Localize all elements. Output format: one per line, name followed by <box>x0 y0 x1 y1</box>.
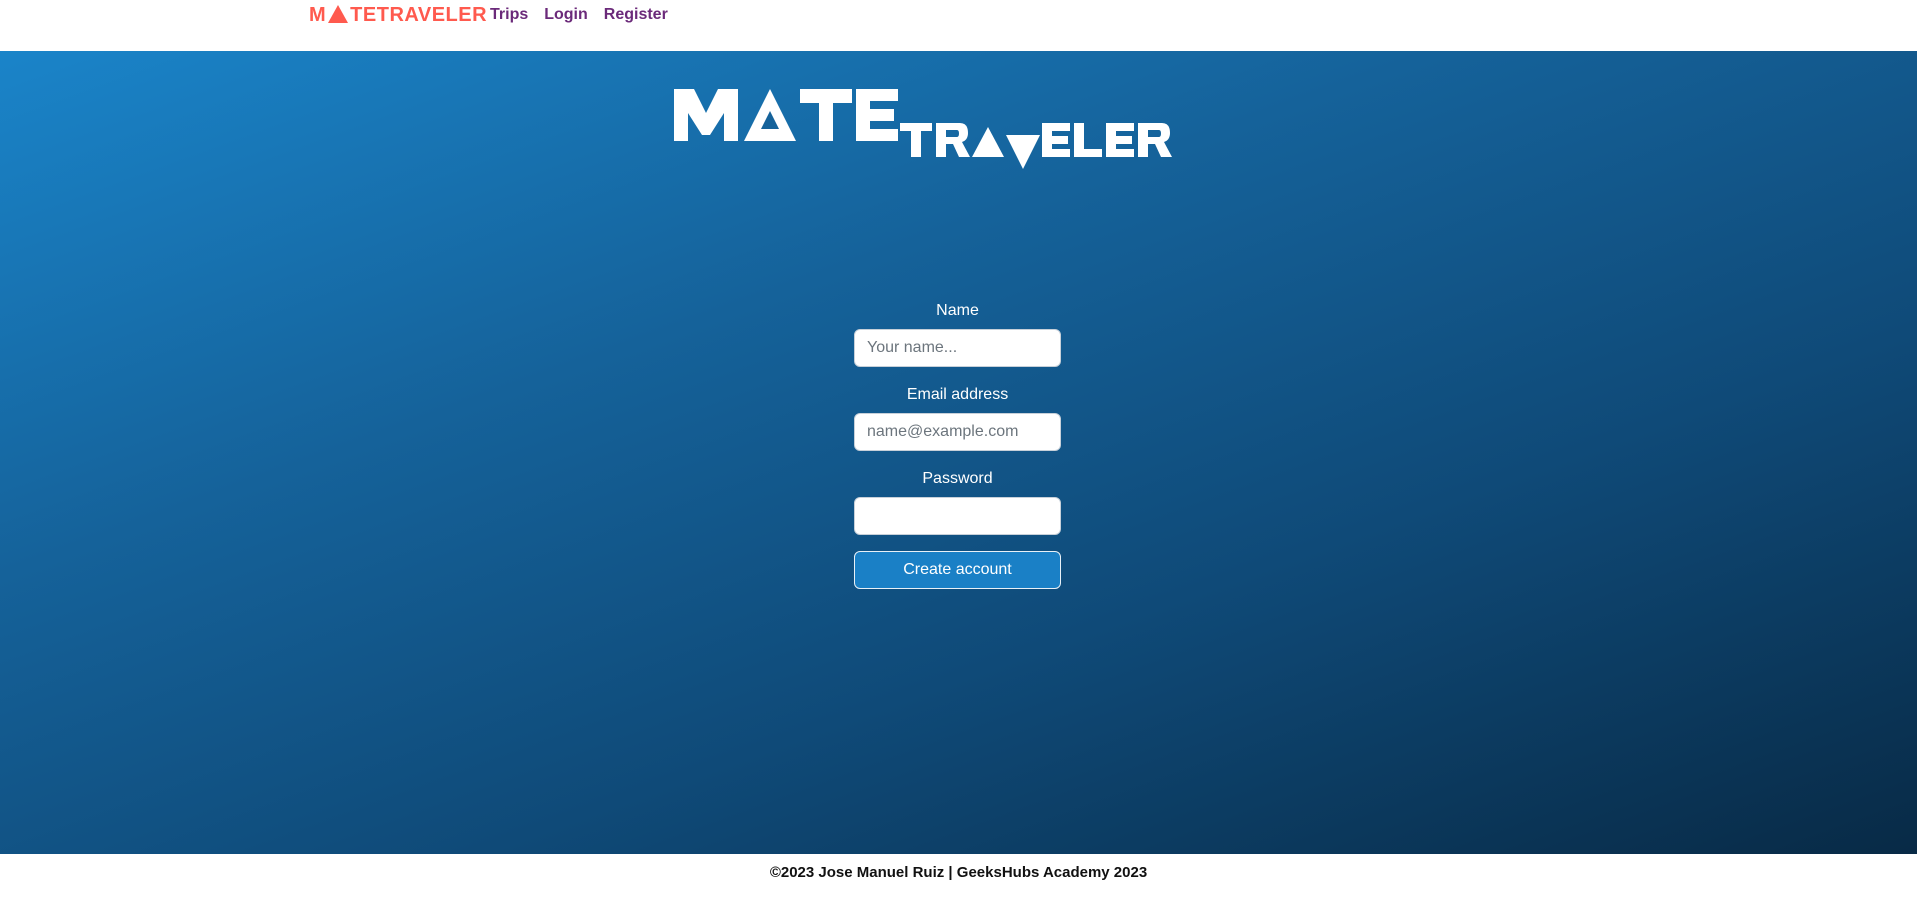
password-label: Password <box>922 470 993 487</box>
nav-link-register[interactable]: Register <box>604 6 668 24</box>
brand-text-suffix: TETRAVELER <box>350 3 488 26</box>
nav-link-login[interactable]: Login <box>544 6 588 24</box>
logo-letter-t <box>800 89 852 141</box>
logo-letter-m <box>674 89 738 141</box>
brand-text-prefix: M <box>309 3 327 26</box>
hero-section: Name Email address Password Create accou… <box>0 51 1917 854</box>
footer-copyright: ©2023 Jose Manuel Ruiz | GeeksHubs Acade… <box>769 864 1148 881</box>
footer: ©2023 Jose Manuel Ruiz | GeeksHubs Acade… <box>0 854 1917 903</box>
triangle-icon <box>328 5 349 23</box>
email-field[interactable] <box>854 413 1061 451</box>
name-field[interactable] <box>854 329 1061 367</box>
brand-logo-link[interactable]: M TETRAVELER <box>309 2 487 28</box>
name-label: Name <box>936 302 979 319</box>
create-account-button[interactable]: Create account <box>854 551 1061 589</box>
matetraveler-logo <box>674 89 1172 169</box>
nav-link-trips[interactable]: Trips <box>490 6 528 24</box>
email-label: Email address <box>906 386 1009 403</box>
logo-triangle-down-icon <box>1006 135 1040 169</box>
logo-traveler-word <box>900 123 1172 169</box>
logo-triangle-up-small-icon <box>972 127 1004 157</box>
top-navbar: M TETRAVELER Trips Login Register <box>0 0 1917 51</box>
logo-letter-e <box>856 89 898 141</box>
password-field[interactable] <box>854 497 1061 535</box>
register-form: Name Email address Password Create accou… <box>854 299 1061 589</box>
nav-links: Trips Login Register <box>490 2 668 28</box>
